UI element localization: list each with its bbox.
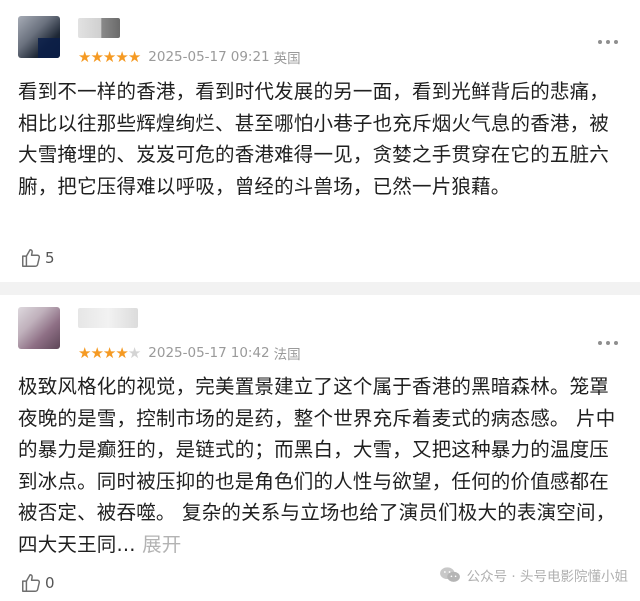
- review-meta: ★ ★ ★ ★ ★ 2025-05-17 10:42 法国: [78, 342, 305, 364]
- avatar[interactable]: [18, 16, 60, 58]
- star-icon: ★: [90, 47, 103, 66]
- star-icon: ★: [102, 47, 116, 66]
- wechat-icon: [439, 567, 460, 582]
- like-button[interactable]: 5: [20, 247, 55, 269]
- avatar[interactable]: [18, 307, 60, 349]
- star-icon: ★: [90, 343, 103, 362]
- like-count: 0: [45, 574, 55, 592]
- thumbs-up-icon: [22, 249, 41, 267]
- star-empty-icon: ★: [127, 343, 141, 362]
- star-icon: ★: [115, 47, 128, 66]
- thumbs-up-icon: [22, 574, 41, 592]
- username-blurred[interactable]: [78, 308, 138, 328]
- review-location: 法国: [273, 347, 301, 363]
- star-rating: ★ ★ ★ ★ ★: [78, 47, 141, 66]
- more-dots-icon[interactable]: [598, 339, 618, 347]
- review-text-body: 极致风格化的视觉，完美置景建立了这个属于香港的黑暗森林。笼罩夜晚的是雪，控制市场…: [18, 375, 616, 556]
- star-icon: ★: [115, 343, 128, 362]
- like-button[interactable]: 0: [20, 572, 55, 594]
- watermark: 公众号 · 头号电影院懂小姐: [439, 565, 628, 585]
- star-icon: ★: [102, 343, 116, 362]
- divider: [0, 282, 640, 295]
- review-text: 极致风格化的视觉，完美置景建立了这个属于香港的黑暗森林。笼罩夜晚的是雪，控制市场…: [18, 371, 622, 561]
- review-text: 看到不一样的香港，看到时代发展的另一面，看到光鲜背后的悲痛，相比以往那些辉煌绚烂…: [18, 80, 610, 198]
- more-dots-icon[interactable]: [598, 38, 618, 46]
- like-count: 5: [45, 249, 55, 267]
- review-location: 英国: [273, 51, 301, 67]
- review-time: 10:42: [230, 345, 270, 361]
- review-card: ★ ★ ★ ★ ★ 2025-05-17 10:42 法国 极致风格化的视觉，完…: [0, 295, 640, 601]
- review-date: 2025-05-17: [148, 345, 227, 361]
- star-icon: ★: [78, 47, 91, 66]
- username-blurred[interactable]: [78, 18, 120, 38]
- review-meta: ★ ★ ★ ★ ★ 2025-05-17 09:21 英国: [78, 46, 305, 68]
- review-time: 09:21: [230, 49, 270, 65]
- review-card: ★ ★ ★ ★ ★ 2025-05-17 09:21 英国 看到不一样的香港，看…: [0, 0, 640, 282]
- star-icon: ★: [78, 343, 91, 362]
- review-date: 2025-05-17: [148, 49, 227, 65]
- star-icon: ★: [127, 47, 141, 66]
- expand-link[interactable]: 展开: [142, 533, 181, 556]
- watermark-text: 公众号 · 头号电影院懂小姐: [466, 569, 628, 585]
- star-rating: ★ ★ ★ ★ ★: [78, 343, 141, 362]
